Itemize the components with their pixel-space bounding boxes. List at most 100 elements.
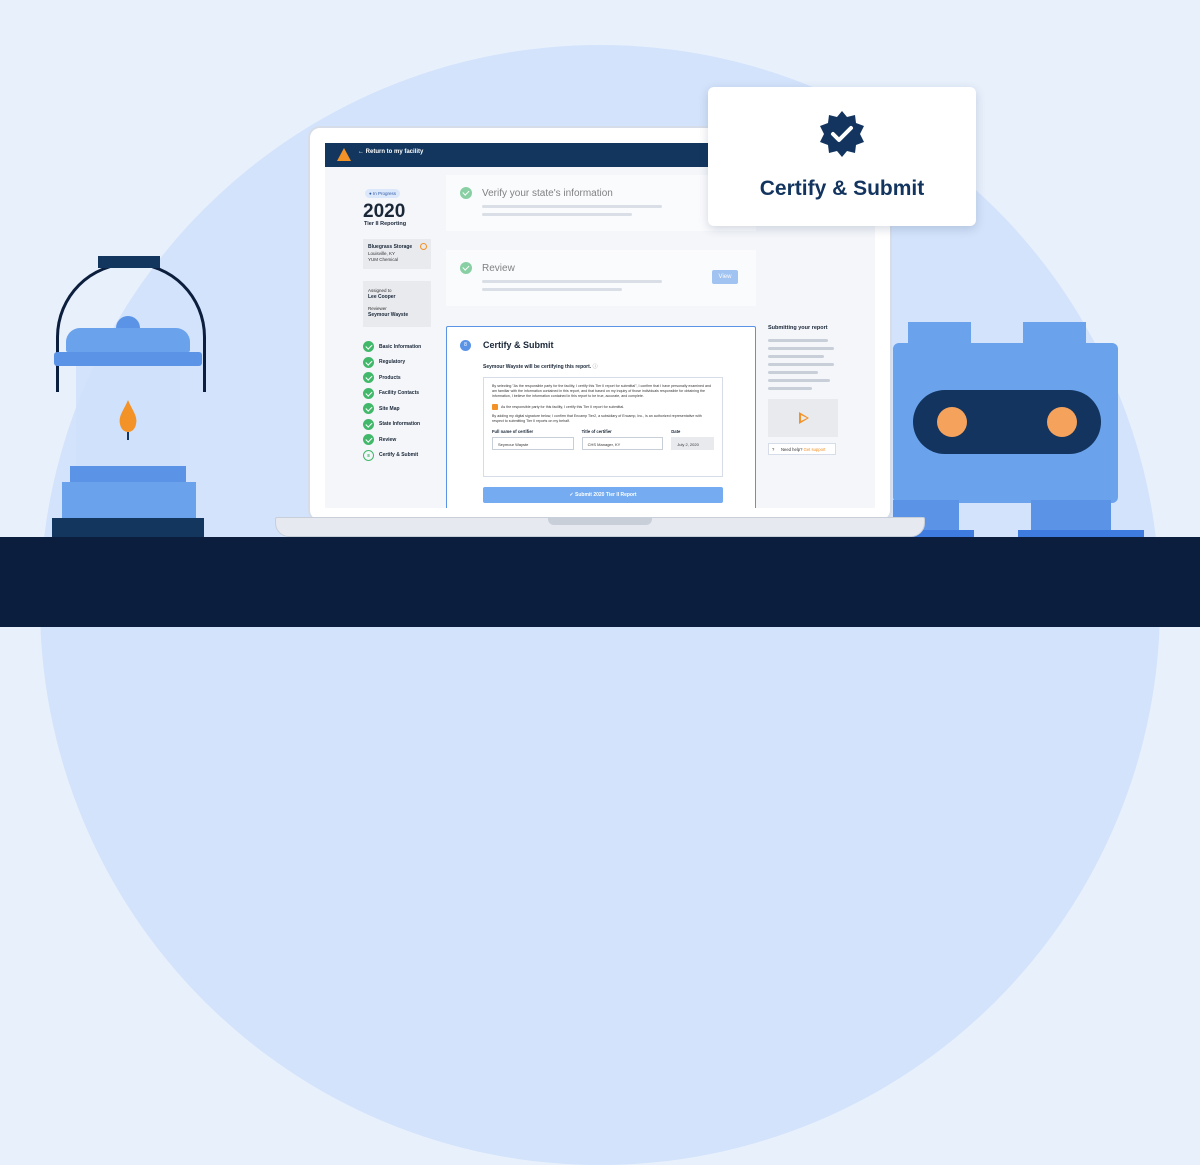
signature-paragraph: By adding my digital signature below, I … (492, 413, 702, 423)
step-label: Site Map (379, 405, 400, 412)
step-regulatory[interactable]: Regulatory (363, 355, 421, 371)
step-facility-contacts[interactable]: Facility Contacts (363, 386, 421, 402)
certify-checkbox-row[interactable]: As the responsible party for this facili… (492, 403, 714, 410)
fullname-label: Full name of certifier (492, 429, 534, 435)
check-circle-icon (363, 418, 374, 430)
help-text: Need help? (781, 447, 803, 452)
binocular-lens-band (913, 390, 1101, 454)
step-label: Products (379, 374, 401, 381)
certify-submit-title: Certify & Submit (483, 340, 554, 350)
date-label: Date (671, 429, 681, 435)
facility-card[interactable]: Bluegrass Storage Louisville, KY YUM Che… (363, 239, 431, 269)
certifier-text: Seymour Wayste will be certifying this r… (483, 363, 598, 370)
step-state-information[interactable]: State Information (363, 417, 421, 433)
placeholder-line (482, 280, 662, 283)
title-field[interactable]: CHS Manager, KY (581, 437, 664, 451)
facility-name: Bluegrass Storage (368, 244, 413, 250)
certify-submit-popup: Certify & Submit (708, 87, 976, 226)
check-circle-icon (460, 187, 472, 199)
lantern-base (62, 482, 196, 518)
step-label: Certify & Submit (379, 452, 419, 459)
report-type: Tier II Reporting (364, 221, 407, 227)
step-certify-submit[interactable]: 8 Certify & Submit (363, 448, 421, 464)
step-label: Basic Information (379, 343, 422, 350)
facility-company: YUM Chemical (368, 257, 399, 262)
step-review[interactable]: Review (363, 432, 421, 448)
popup-title: Certify & Submit (759, 177, 925, 200)
checkbox-checked-icon[interactable] (492, 403, 498, 410)
assigned-name: Lee Cooper (368, 294, 396, 300)
view-button[interactable]: View (712, 270, 738, 284)
placeholder-line (482, 288, 622, 291)
help-box[interactable]: ? Need help? Get support (768, 443, 836, 455)
placeholder-line (482, 205, 662, 208)
return-to-facility-link[interactable]: ← Return to my facility (358, 149, 423, 155)
step-label: Review (379, 436, 397, 443)
video-thumbnail[interactable] (768, 399, 838, 437)
laptop-notch (548, 517, 652, 525)
section-number-badge: 8 (460, 340, 471, 351)
lantern-flame-icon (119, 400, 137, 440)
warning-icon (420, 243, 427, 250)
check-circle-icon (363, 387, 374, 399)
lantern-band (70, 466, 186, 482)
check-circle-icon (363, 403, 374, 415)
reviewer-name: Seymour Wayste (368, 312, 409, 318)
certify-checkbox-label: As the responsible party for this facili… (501, 404, 625, 409)
step-basic-information[interactable]: Basic Information (363, 339, 421, 355)
lantern-foot (52, 518, 204, 537)
certify-submit-card: 8 Certify & Submit Seymour Wayste will b… (446, 326, 756, 508)
placeholder-line (768, 387, 812, 390)
step-products[interactable]: Products (363, 370, 421, 386)
check-circle-icon (363, 372, 374, 384)
floor (0, 537, 1200, 627)
placeholder-line (768, 371, 818, 374)
review-card[interactable]: Review View (446, 250, 756, 306)
title-label: Title of certifier (581, 429, 612, 435)
binocular-leg-right (1031, 500, 1111, 530)
placeholder-line (768, 355, 824, 358)
facility-location: Louisville, KY (368, 250, 396, 256)
submit-check-icon: ✓ (569, 492, 574, 498)
back-link-label: Return to my facility (365, 149, 424, 155)
side-panel-title: Submitting your report (768, 325, 828, 331)
lantern-cap (66, 328, 190, 352)
binocular-lens-right (1047, 407, 1077, 437)
review-title: Review (482, 263, 515, 274)
certification-box: By selecting "As the responsible party f… (483, 377, 723, 477)
placeholder-line (482, 213, 632, 216)
step-label: Regulatory (379, 359, 406, 366)
check-circle-icon (363, 341, 374, 353)
step-site-map[interactable]: Site Map (363, 401, 421, 417)
assignment-card: Assigned to Lee Cooper Reviewer Seymour … (363, 281, 431, 327)
encamp-logo-icon (337, 148, 351, 161)
fullname-field[interactable]: Seymour Wayste (492, 437, 574, 451)
placeholder-line (768, 379, 830, 382)
placeholder-line (768, 363, 834, 366)
placeholder-line (768, 347, 834, 350)
reviewer-label: Reviewer (368, 306, 387, 311)
info-icon: ⓘ (592, 364, 598, 370)
check-circle-icon (460, 262, 472, 274)
submit-button-label: Submit 2020 Tier II Report (575, 492, 637, 498)
help-circle-icon: ? (772, 447, 775, 452)
lantern-cap-rim (54, 352, 202, 366)
submit-report-button[interactable]: ✓ Submit 2020 Tier II Report (483, 487, 723, 503)
step-list: Basic Information Regulatory Products Fa… (363, 339, 421, 463)
report-year: 2020 (363, 201, 406, 222)
binocular-lens-left (937, 407, 967, 437)
step-label: Facility Contacts (379, 390, 420, 397)
assigned-label: Assigned to (368, 288, 392, 293)
check-circle-icon (363, 356, 374, 368)
status-badge-label: In Progress (372, 191, 396, 196)
lantern-top-bar (98, 256, 160, 268)
get-support-link[interactable]: Get support (804, 447, 826, 452)
verify-state-title: Verify your state's information (482, 188, 613, 199)
step-number: 8 (363, 449, 374, 461)
certification-paragraph: By selecting "As the responsible party f… (492, 384, 712, 399)
status-badge: ● In Progress (365, 189, 400, 198)
play-icon (799, 412, 809, 424)
check-circle-icon (363, 434, 374, 446)
date-field: July 2, 2020 (671, 437, 714, 451)
certifier-sentence: Seymour Wayste will be certifying this r… (483, 364, 592, 370)
